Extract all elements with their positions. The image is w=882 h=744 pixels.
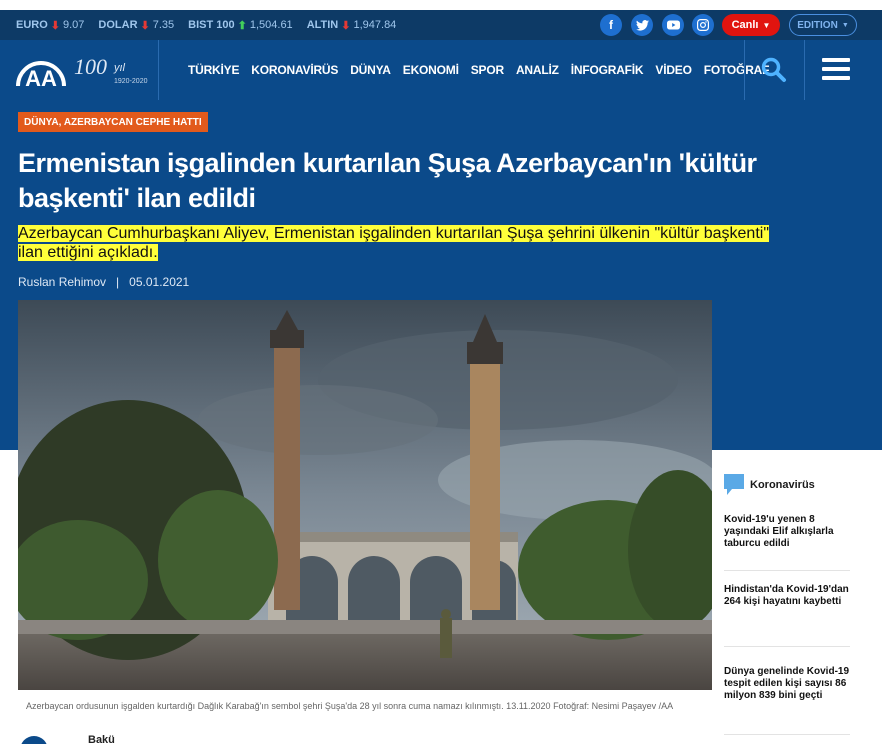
sidebar-news-item[interactable]: Kovid-19'u yenen 8 yaşındaki Elif alkışl…	[724, 514, 852, 550]
edition-button[interactable]: EDITION ▼	[789, 14, 857, 36]
category-tag[interactable]: DÜNYA, AZERBAYCAN CEPHE HATTI	[18, 112, 208, 132]
market-ticker: EURO ⬇ 9.07 DOLAR ⬇ 7.35 BIST 100 ⬆ 1,50…	[0, 10, 882, 40]
nav-divider	[744, 40, 745, 100]
arrow-up-icon: ⬆	[237, 19, 247, 32]
main-navbar: AA 100 yıl 1920-2020 TÜRKİYE KORONAVİRÜS…	[0, 40, 882, 100]
article-photo[interactable]	[18, 300, 712, 690]
live-button[interactable]: Canlı ▼	[722, 14, 780, 36]
ticker-item-dolar[interactable]: DOLAR ⬇ 7.35	[98, 19, 174, 32]
aa-logo[interactable]: AA	[14, 46, 68, 94]
nav-item-spor[interactable]: SPOR	[471, 63, 504, 77]
hamburger-menu-icon[interactable]	[822, 58, 852, 82]
author-avatar[interactable]	[20, 736, 48, 744]
nav-item-koronavirus[interactable]: KORONAVİRÜS	[251, 63, 338, 77]
sidebar-divider	[724, 570, 850, 571]
article-summary: Azerbaycan Cumhurbaşkanı Aliyev, Ermenis…	[18, 225, 769, 261]
chevron-down-icon: ▼	[841, 21, 849, 29]
nav-divider	[158, 40, 159, 100]
search-icon[interactable]	[760, 56, 788, 84]
arrow-down-icon: ⬇	[140, 19, 150, 32]
publish-date: 05.01.2021	[129, 275, 190, 289]
article-title: Ermenistan işgalinden kurtarılan Şuşa Az…	[18, 148, 757, 213]
nav-divider	[804, 40, 805, 100]
sidebar-heading[interactable]: Koronavirüs	[724, 474, 815, 496]
svg-text:AA: AA	[25, 66, 57, 91]
arrow-down-icon: ⬇	[50, 19, 60, 32]
chevron-down-icon: ▼	[762, 20, 771, 30]
article-byline: Ruslan Rehimov | 05.01.2021	[18, 275, 189, 289]
instagram-icon[interactable]	[692, 14, 714, 36]
dateline-location: Bakü	[88, 734, 115, 744]
nav-item-turkiye[interactable]: TÜRKİYE	[188, 63, 239, 77]
photo-caption: Azerbaycan ordusunun işgalden kurtardığı…	[26, 701, 674, 711]
facebook-icon[interactable]: f	[600, 14, 622, 36]
byline-separator: |	[116, 275, 120, 289]
sidebar-koronavirus: Koronavirüs Kovid-19'u yenen 8 yaşındaki…	[712, 450, 882, 744]
twitter-icon[interactable]	[631, 14, 653, 36]
youtube-icon[interactable]	[662, 14, 684, 36]
ticker-item-euro[interactable]: EURO ⬇ 9.07	[16, 19, 84, 32]
nav-item-analiz[interactable]: ANALİZ	[516, 63, 559, 77]
sidebar-divider	[724, 734, 850, 735]
top-strip	[0, 0, 882, 10]
nav-item-infografik[interactable]: İNFOGRAFİK	[571, 63, 644, 77]
nav-item-ekonomi[interactable]: EKONOMİ	[403, 63, 459, 77]
nav-item-dunya[interactable]: DÜNYA	[350, 63, 391, 77]
nav-item-video[interactable]: VİDEO	[655, 63, 692, 77]
author-name[interactable]: Ruslan Rehimov	[18, 275, 106, 289]
ticker-item-altin[interactable]: ALTIN ⬇ 1,947.84	[307, 19, 397, 32]
sidebar-divider	[724, 646, 850, 647]
ticker-item-bist100[interactable]: BIST 100 ⬆ 1,504.61	[188, 19, 293, 32]
speech-bubble-icon	[724, 474, 744, 496]
arrow-down-icon: ⬇	[341, 19, 351, 32]
anniversary-logo: 100 yıl 1920-2020	[74, 54, 148, 85]
sidebar-news-item[interactable]: Hindistan'da Kovid-19'dan 264 kişi hayat…	[724, 584, 852, 608]
sidebar-news-item[interactable]: Dünya genelinde Kovid-19 tespit edilen k…	[724, 666, 852, 702]
nav-menu: TÜRKİYE KORONAVİRÜS DÜNYA EKONOMİ SPOR A…	[188, 40, 769, 100]
